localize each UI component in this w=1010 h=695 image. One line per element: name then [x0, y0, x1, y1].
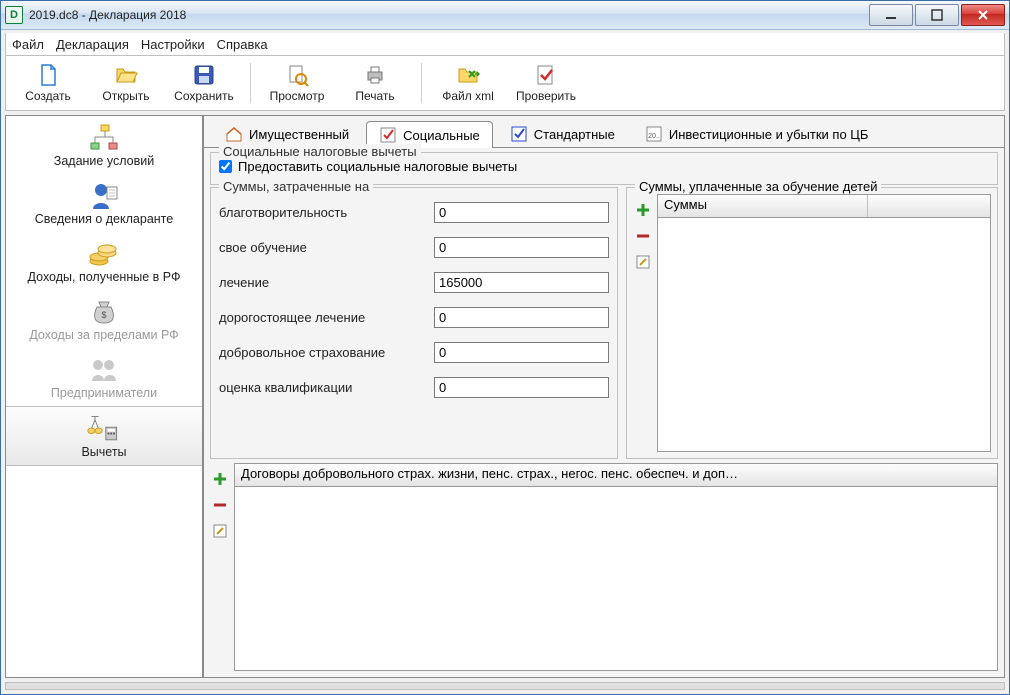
children-education-title: Суммы, уплаченные за обучение детей	[635, 179, 881, 194]
toolbar-preview-button[interactable]: Просмотр	[259, 58, 335, 108]
charity-label: благотворительность	[219, 205, 434, 220]
children-list-header: Суммы	[657, 194, 991, 218]
toolbar-save-button[interactable]: Сохранить	[166, 58, 242, 108]
qualification-input[interactable]	[434, 377, 609, 398]
children-remove-button[interactable]	[633, 226, 653, 246]
contracts-col-header: Договоры добровольного страх. жизни, пен…	[235, 464, 997, 486]
children-col-sums: Суммы	[658, 195, 868, 217]
close-button[interactable]	[961, 4, 1005, 26]
sidebar-item-entrepreneurs[interactable]: Предприниматели	[6, 348, 202, 406]
window-buttons	[869, 4, 1005, 26]
menu-help[interactable]: Справка	[217, 37, 268, 52]
toolbar: Создать Открыть Сохранить Просмо	[5, 56, 1005, 111]
sidebar-item-declarant[interactable]: Сведения о декларанте	[6, 174, 202, 232]
title-bar: D 2019.dc8 - Декларация 2018	[1, 1, 1009, 30]
provide-social-label: Предоставить социальные налоговые вычеты	[238, 159, 517, 174]
expensive-treatment-input[interactable]	[434, 307, 609, 328]
contracts-edit-button[interactable]	[210, 521, 230, 541]
entrepreneur-icon	[86, 354, 122, 386]
contracts-remove-button[interactable]	[210, 495, 230, 515]
sidebar: Задание условий Сведения о декларанте До…	[5, 115, 203, 678]
maximize-button[interactable]	[915, 4, 959, 26]
social-deductions-pane: Социальные налоговые вычеты Предоставить…	[203, 147, 1005, 678]
open-folder-icon	[114, 63, 138, 87]
voluntary-insurance-input[interactable]	[434, 342, 609, 363]
toolbar-open-button[interactable]: Открыть	[88, 58, 164, 108]
contracts-section: Договоры добровольного страх. жизни, пен…	[210, 463, 998, 671]
right-pane: Имущественный Социальные Стандартные	[203, 115, 1005, 678]
contracts-add-button[interactable]	[210, 469, 230, 489]
provide-social-checkbox[interactable]	[219, 160, 232, 173]
sidebar-item-income-rf[interactable]: Доходы, полученные в РФ	[6, 232, 202, 290]
social-checkbox-icon	[379, 126, 397, 144]
children-list-tools	[633, 194, 653, 452]
deductions-icon	[86, 413, 122, 445]
status-bar	[5, 682, 1005, 690]
toolbar-check-button[interactable]: Проверить	[508, 58, 584, 108]
menu-file[interactable]: Файл	[12, 37, 44, 52]
social-group-title: Социальные налоговые вычеты	[219, 144, 421, 159]
menu-declaration[interactable]: Декларация	[56, 37, 129, 52]
preview-icon	[285, 63, 309, 87]
sidebar-item-income-foreign[interactable]: $ Доходы за пределами РФ	[6, 290, 202, 348]
svg-text:$: $	[101, 310, 106, 320]
menu-settings[interactable]: Настройки	[141, 37, 205, 52]
printer-icon	[363, 63, 387, 87]
conditions-icon	[86, 122, 122, 154]
tab-property[interactable]: Имущественный	[212, 120, 362, 147]
children-education-group: Суммы, уплаченные за обучение детей	[626, 187, 998, 459]
window-title: 2019.dc8 - Декларация 2018	[29, 8, 869, 22]
expensive-treatment-label: дорогостоящее лечение	[219, 310, 434, 325]
money-bag-icon: $	[86, 296, 122, 328]
contracts-list-header: Договоры добровольного страх. жизни, пен…	[234, 463, 998, 487]
declarant-icon	[86, 180, 122, 212]
children-list-body[interactable]	[657, 218, 991, 452]
export-xml-icon	[456, 63, 480, 87]
sidebar-item-deductions[interactable]: Вычеты	[6, 406, 202, 466]
app-icon: D	[5, 6, 23, 24]
children-edit-button[interactable]	[633, 252, 653, 272]
coins-icon	[86, 238, 122, 270]
svg-text:20..: 20..	[648, 133, 660, 140]
tab-investment[interactable]: 20.. Инвестиционные и убытки по ЦБ	[632, 120, 882, 147]
check-icon	[534, 63, 558, 87]
sums-columns: Суммы, затраченные на благотворительност…	[210, 187, 998, 459]
sums-spent-group: Суммы, затраченные на благотворительност…	[210, 187, 618, 459]
house-icon	[225, 125, 243, 143]
toolbar-create-button[interactable]: Создать	[10, 58, 86, 108]
standard-icon	[510, 125, 528, 143]
contracts-list-tools	[210, 463, 230, 671]
tab-standard[interactable]: Стандартные	[497, 120, 628, 147]
qualification-label: оценка квалификации	[219, 380, 434, 395]
app-window: D 2019.dc8 - Декларация 2018 Файл Деклар…	[0, 0, 1010, 695]
children-col-blank	[868, 195, 990, 217]
sums-spent-title: Суммы, затраченные на	[219, 179, 373, 194]
voluntary-insurance-label: добровольное страхование	[219, 345, 434, 360]
toolbar-filexml-button[interactable]: Файл xml	[430, 58, 506, 108]
toolbar-print-button[interactable]: Печать	[337, 58, 413, 108]
deduction-tabs: Имущественный Социальные Стандартные	[203, 115, 1005, 147]
sidebar-item-conditions[interactable]: Задание условий	[6, 116, 202, 174]
contracts-list-body[interactable]	[234, 487, 998, 671]
menu-bar: Файл Декларация Настройки Справка	[5, 33, 1005, 56]
own-education-label: свое обучение	[219, 240, 434, 255]
treatment-input[interactable]	[434, 272, 609, 293]
treatment-label: лечение	[219, 275, 434, 290]
main-body: Задание условий Сведения о декларанте До…	[5, 115, 1005, 678]
own-education-input[interactable]	[434, 237, 609, 258]
investment-icon: 20..	[645, 125, 663, 143]
minimize-button[interactable]	[869, 4, 913, 26]
children-add-button[interactable]	[633, 200, 653, 220]
charity-input[interactable]	[434, 202, 609, 223]
save-floppy-icon	[192, 63, 216, 87]
new-file-icon	[36, 63, 60, 87]
